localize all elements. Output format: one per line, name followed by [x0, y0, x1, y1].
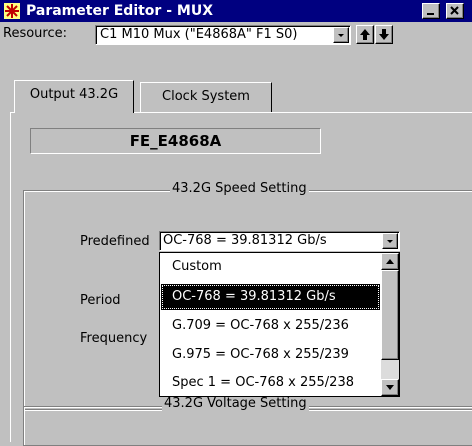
dropdown-option[interactable]: G.709 = OC-768 x 255/236	[161, 313, 380, 339]
next-resource-button[interactable]	[375, 25, 393, 44]
tab-output-label: Output 43.2G	[29, 87, 119, 102]
scrollbar-thumb[interactable]	[381, 270, 399, 360]
speed-setting-title: 43.2G Speed Setting	[170, 181, 309, 196]
predefined-select-value: OC-768 = 39.81312 Gb/s	[163, 233, 327, 248]
predefined-select[interactable]: OC-768 = 39.81312 Gb/s	[159, 231, 400, 251]
frequency-label: Frequency	[80, 331, 148, 346]
scroll-down-icon	[386, 385, 394, 390]
arrow-down-icon	[379, 29, 389, 40]
tab-output-43-2g[interactable]: Output 43.2G	[14, 80, 134, 113]
dropdown-option[interactable]: G.975 = OC-768 x 255/239	[161, 342, 380, 368]
voltage-setting-title: 43.2G Voltage Setting	[162, 396, 309, 411]
resource-dropdown-button[interactable]	[333, 27, 349, 43]
predefined-label: Predefined	[80, 234, 150, 249]
dropdown-option-selected[interactable]: OC-768 = 39.81312 Gb/s	[161, 284, 380, 310]
close-button[interactable]	[446, 3, 464, 19]
chevron-down-icon	[338, 34, 344, 37]
resource-select[interactable]: C1 M10 Mux ("E4868A" F1 S0)	[95, 25, 351, 45]
voltage-setting-group	[23, 406, 472, 446]
predefined-dropdown-list[interactable]: Custom OC-768 = 39.81312 Gb/s G.709 = OC…	[159, 252, 400, 397]
device-name: FE_E4868A	[30, 128, 321, 154]
tab-clock-system[interactable]: Clock System	[140, 82, 272, 112]
predefined-dropdown-button[interactable]	[382, 233, 398, 249]
arrow-up-icon	[360, 29, 370, 40]
scroll-up-icon	[386, 259, 394, 264]
period-label: Period	[80, 293, 121, 308]
resource-select-value: C1 M10 Mux ("E4868A" F1 S0)	[100, 27, 298, 42]
parameter-editor-window: Parameter Editor - MUX Resource: C1 M10 …	[0, 0, 472, 446]
tab-clock-label: Clock System	[162, 89, 250, 104]
dropdown-option[interactable]: Custom	[161, 254, 380, 280]
window-title: Parameter Editor - MUX	[26, 3, 213, 19]
dropdown-scrollbar[interactable]	[381, 253, 399, 396]
resource-label: Resource:	[3, 26, 67, 41]
minimize-icon	[427, 13, 434, 15]
dropdown-option[interactable]: Spec 1 = OC-768 x 255/238	[161, 370, 380, 396]
scroll-up-button[interactable]	[381, 253, 399, 270]
close-icon	[450, 6, 459, 15]
title-bar[interactable]: Parameter Editor - MUX	[0, 0, 472, 22]
chevron-down-icon	[387, 240, 393, 243]
minimize-button[interactable]	[422, 3, 440, 19]
previous-resource-button[interactable]	[356, 25, 374, 44]
app-asterisk-icon	[4, 3, 20, 19]
scroll-down-button[interactable]	[381, 379, 399, 396]
